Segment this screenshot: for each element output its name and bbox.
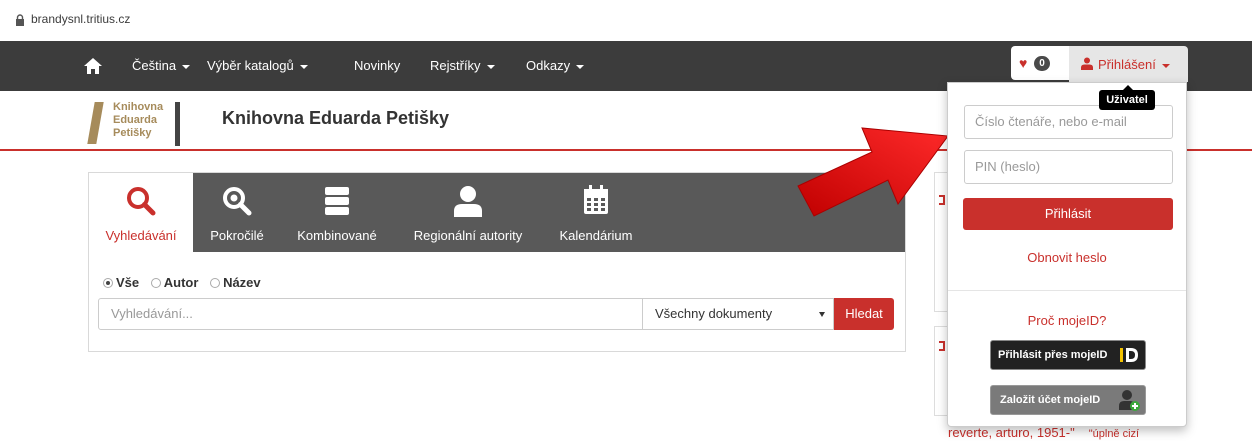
chevron-down-icon xyxy=(1161,63,1170,68)
tab-label: Pokročilé xyxy=(210,228,264,243)
page-title: Knihovna Eduarda Petišky xyxy=(222,108,450,128)
side-snippet-text: reverte, arturo, 1951-" xyxy=(948,425,1075,440)
user-icon xyxy=(1081,57,1093,70)
chevron-down-icon xyxy=(182,64,191,69)
chevron-down-icon xyxy=(486,64,495,69)
chevron-down-icon xyxy=(819,312,825,317)
search-icon xyxy=(127,187,156,216)
tab-calendar[interactable]: Kalendárium xyxy=(543,173,649,252)
radio-button[interactable] xyxy=(150,278,161,288)
red-arrow-annotation xyxy=(797,127,949,217)
tab-label: Kalendárium xyxy=(559,228,633,243)
login-submit-button[interactable]: Přihlásit xyxy=(963,198,1173,230)
radio-button[interactable] xyxy=(210,278,221,288)
document-type-value: Všechny dokumenty xyxy=(655,306,773,321)
nav-news[interactable]: Novinky xyxy=(354,58,400,73)
radio-button[interactable] xyxy=(103,278,113,288)
server-stack-icon xyxy=(325,187,349,215)
logo-dark-bar xyxy=(175,102,180,146)
zoom-plus-icon xyxy=(223,187,252,216)
tab-basic-search[interactable]: Vyhledávání xyxy=(89,173,193,252)
logo-line-1: Knihovna xyxy=(113,101,164,113)
mojeid-register-label: Založit účet mojeID xyxy=(1000,394,1101,406)
side-panel-marker xyxy=(939,341,945,351)
why-mojeid-link[interactable]: Proč mojeID? xyxy=(948,313,1186,328)
dropdown-divider xyxy=(948,290,1186,291)
nav-language[interactable]: Čeština xyxy=(132,58,191,73)
side-snippet[interactable]: reverte, arturo, 1951-" "úplně cizí xyxy=(948,425,1139,440)
chevron-down-icon xyxy=(299,64,308,69)
add-user-icon xyxy=(1119,390,1140,411)
login-label: Přihlášení xyxy=(1098,57,1170,72)
reset-password-link[interactable]: Obnovit heslo xyxy=(948,250,1186,265)
lock-icon xyxy=(16,14,24,26)
radio-label: Vše xyxy=(116,275,140,290)
mojeid-register-button[interactable]: Založit účet mojeID xyxy=(990,385,1146,415)
nav-registers-label: Rejstříky xyxy=(430,58,481,73)
nav-catalog-label: Výběr katalogů xyxy=(207,58,294,73)
search-scope-radios: Vše Autor Název xyxy=(103,275,269,290)
nav-news-label: Novinky xyxy=(354,58,401,73)
nav-links[interactable]: Odkazy xyxy=(526,58,585,73)
mojeid-login-button[interactable]: Přihlásit přes mojeID xyxy=(990,340,1146,370)
tab-advanced[interactable]: Pokročilé xyxy=(193,173,281,252)
radio-all[interactable]: Vše xyxy=(103,275,147,290)
tab-label: Vyhledávání xyxy=(105,228,177,243)
radio-author[interactable]: Autor xyxy=(150,275,207,290)
person-icon xyxy=(454,186,482,217)
url-text: brandysnl.tritius.cz xyxy=(31,12,131,26)
nav-registers[interactable]: Rejstříky xyxy=(430,58,495,73)
login-dropdown: Číslo čtenáře, nebo e-mail PIN (heslo) P… xyxy=(947,82,1187,427)
tab-label: Kombinované xyxy=(297,228,377,243)
logo-line-3: Petišky xyxy=(113,127,152,139)
browser-url-bar[interactable]: brandysnl.tritius.cz xyxy=(0,0,1252,40)
search-input[interactable]: Vyhledávání... xyxy=(98,298,643,330)
user-tooltip: Uživatel xyxy=(1099,85,1155,110)
login-dropdown-toggle[interactable]: Přihlášení xyxy=(1069,46,1188,82)
tab-label: Regionální autority xyxy=(413,228,523,243)
radio-label: Autor xyxy=(163,275,199,290)
login-label-text: Přihlášení xyxy=(1098,57,1156,72)
favorites-button[interactable]: ♥ 0 xyxy=(1011,46,1069,80)
nav-catalog-select[interactable]: Výběr katalogů xyxy=(207,58,308,73)
mojeid-login-label: Přihlásit přes mojeID xyxy=(998,349,1108,361)
heart-icon: ♥ xyxy=(1019,55,1028,71)
library-logo[interactable]: Knihovna Eduarda Petišky xyxy=(87,100,191,146)
search-button[interactable]: Hledat xyxy=(834,298,894,330)
side-snippet-quote: "úplně cizí xyxy=(1088,428,1140,440)
home-icon[interactable] xyxy=(83,56,103,76)
favorites-count-badge: 0 xyxy=(1034,56,1050,71)
tab-regional-authorities[interactable]: Regionální autority xyxy=(393,173,543,252)
mojeid-logo-icon xyxy=(1120,348,1138,362)
radio-title[interactable]: Název xyxy=(210,275,269,290)
calendar-icon xyxy=(584,185,608,214)
pin-input[interactable]: PIN (heslo) xyxy=(964,150,1173,184)
document-type-select[interactable]: Všechny dokumenty xyxy=(643,298,834,330)
radio-label: Název xyxy=(223,275,261,290)
chevron-down-icon xyxy=(576,64,585,69)
reader-id-input[interactable]: Číslo čtenáře, nebo e-mail xyxy=(964,105,1173,139)
nav-language-label: Čeština xyxy=(132,58,177,73)
nav-links-label: Odkazy xyxy=(526,58,571,73)
tab-combined[interactable]: Kombinované xyxy=(281,173,393,252)
logo-line-2: Eduarda xyxy=(113,114,158,126)
